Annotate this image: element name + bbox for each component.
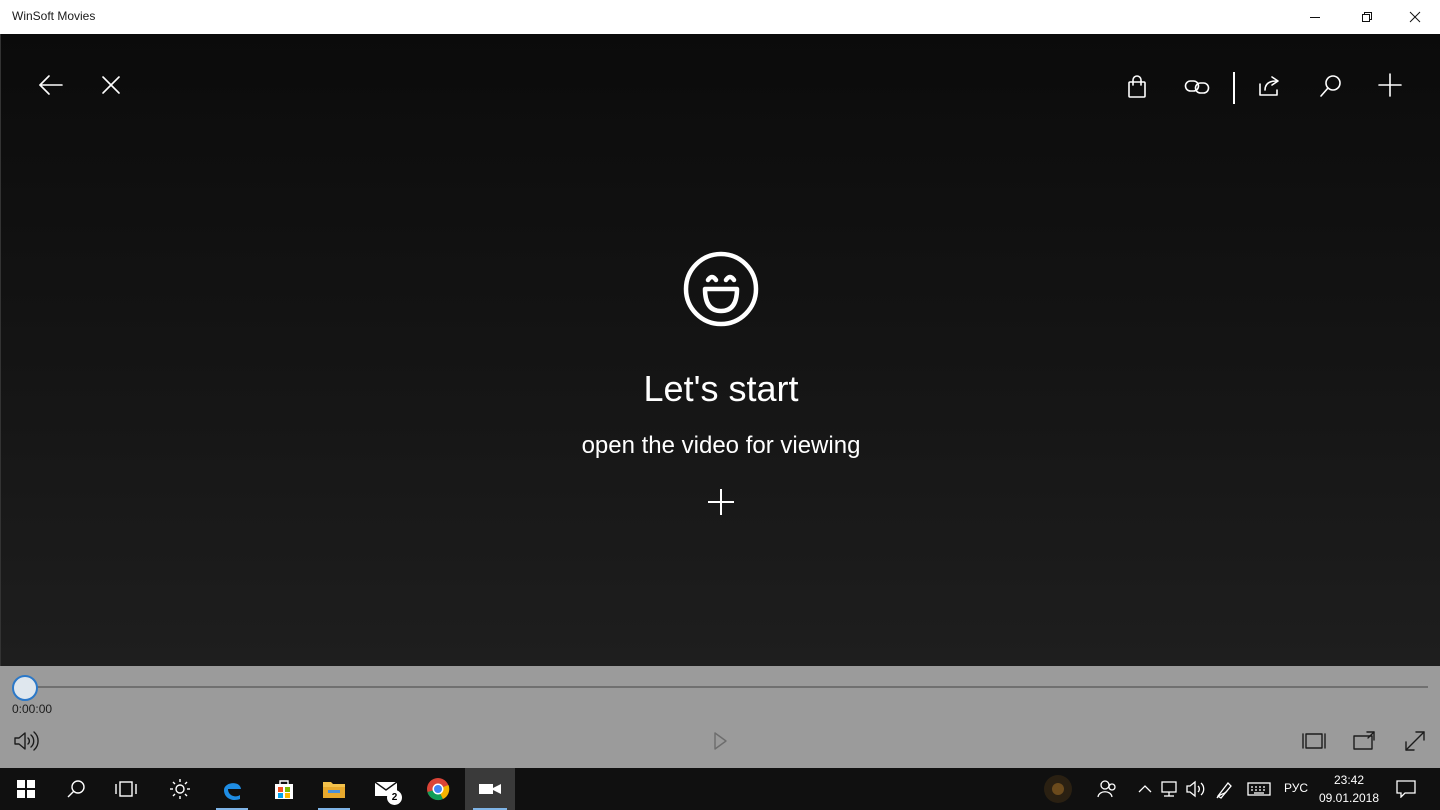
seek-thumb[interactable] bbox=[12, 675, 38, 701]
volume-tray-button[interactable] bbox=[1184, 768, 1208, 810]
movies-camera-icon bbox=[479, 784, 501, 794]
aspect-ratio-icon bbox=[1302, 733, 1326, 749]
system-clock[interactable]: 23:42 09.01.2018 bbox=[1314, 771, 1384, 807]
add-button[interactable] bbox=[1370, 65, 1410, 105]
link-button[interactable] bbox=[1177, 67, 1217, 107]
back-arrow-icon bbox=[39, 75, 63, 95]
search-button[interactable] bbox=[1311, 66, 1351, 106]
play-button[interactable] bbox=[702, 723, 738, 759]
edge-icon bbox=[224, 783, 241, 800]
volume-icon bbox=[1186, 780, 1205, 798]
minimize-button[interactable] bbox=[1292, 0, 1338, 33]
add-icon bbox=[1378, 73, 1402, 97]
restore-icon bbox=[1362, 11, 1372, 22]
shopping-bag-icon bbox=[1128, 75, 1146, 98]
edge-app-button[interactable] bbox=[208, 768, 256, 810]
chevron-up-icon bbox=[1138, 785, 1152, 793]
empty-state-subline: open the video for viewing bbox=[581, 432, 861, 459]
seek-bar[interactable] bbox=[24, 686, 1428, 688]
playback-controls: 0:00:00 bbox=[0, 666, 1440, 768]
window-title: WinSoft Movies bbox=[12, 9, 96, 23]
minimize-icon bbox=[1310, 16, 1320, 18]
pen-icon bbox=[1216, 782, 1232, 799]
touch-keyboard-button[interactable] bbox=[1244, 768, 1274, 810]
close-icon bbox=[102, 76, 120, 94]
open-video-button[interactable] bbox=[701, 482, 741, 522]
user-avatar[interactable] bbox=[1040, 768, 1076, 810]
close-icon bbox=[1409, 11, 1421, 22]
network-button[interactable] bbox=[1158, 768, 1182, 810]
file-explorer-button[interactable] bbox=[310, 768, 358, 810]
close-window-button[interactable] bbox=[1392, 0, 1438, 33]
search-icon bbox=[1320, 75, 1341, 97]
play-icon bbox=[714, 732, 727, 750]
link-icon bbox=[1184, 80, 1210, 94]
file-explorer-icon bbox=[323, 782, 345, 798]
store-button[interactable] bbox=[1117, 67, 1157, 107]
empty-state-headline: Let's start bbox=[643, 368, 799, 409]
windows-start-icon bbox=[17, 780, 35, 798]
mail-unread-badge: 2 bbox=[387, 790, 402, 805]
taskbar: 2 РУС 23:42 09.01.2018 bbox=[0, 768, 1440, 810]
fullscreen-button[interactable] bbox=[1397, 723, 1433, 759]
start-button[interactable] bbox=[2, 768, 50, 810]
share-icon bbox=[1259, 76, 1279, 96]
chrome-icon bbox=[427, 778, 450, 801]
picture-in-picture-icon bbox=[1353, 731, 1375, 750]
laughing-face-icon bbox=[681, 249, 761, 329]
avatar-icon bbox=[1044, 775, 1072, 803]
people-button[interactable] bbox=[1094, 768, 1120, 810]
current-time: 0:00:00 bbox=[12, 702, 53, 716]
volume-button[interactable] bbox=[8, 723, 44, 759]
clock-time: 23:42 bbox=[1333, 773, 1365, 787]
store-icon bbox=[275, 780, 293, 799]
show-hidden-icons-button[interactable] bbox=[1134, 768, 1156, 810]
task-view-icon bbox=[115, 781, 137, 797]
chrome-app-button[interactable] bbox=[414, 768, 462, 810]
keyboard-icon bbox=[1247, 782, 1271, 796]
people-icon bbox=[1097, 780, 1116, 798]
mail-app-button[interactable]: 2 bbox=[362, 768, 410, 810]
volume-icon bbox=[14, 731, 39, 751]
close-media-button[interactable] bbox=[91, 65, 131, 105]
taskbar-search-button[interactable] bbox=[52, 768, 100, 810]
movies-app-button[interactable] bbox=[465, 768, 515, 810]
fullscreen-icon bbox=[1405, 731, 1425, 751]
network-icon bbox=[1161, 781, 1177, 797]
picture-in-picture-button[interactable] bbox=[1346, 723, 1382, 759]
toolbar-divider bbox=[1233, 72, 1235, 104]
search-icon bbox=[67, 780, 85, 798]
clock-date: 09.01.2018 bbox=[1318, 791, 1380, 805]
restore-button[interactable] bbox=[1344, 0, 1390, 33]
title-bar: WinSoft Movies bbox=[0, 0, 1440, 34]
store-app-button[interactable] bbox=[260, 768, 308, 810]
share-button[interactable] bbox=[1249, 66, 1289, 106]
task-view-button[interactable] bbox=[102, 768, 150, 810]
settings-app-button[interactable] bbox=[156, 768, 204, 810]
pen-workspace-button[interactable] bbox=[1212, 768, 1238, 810]
settings-sun-icon bbox=[170, 779, 190, 799]
input-language[interactable]: РУС bbox=[1280, 781, 1312, 795]
player-area: Let's start open the video for viewing bbox=[0, 34, 1440, 666]
aspect-ratio-button[interactable] bbox=[1296, 723, 1332, 759]
notifications-icon bbox=[1396, 780, 1416, 798]
add-icon bbox=[708, 489, 734, 515]
action-center-button[interactable] bbox=[1392, 768, 1420, 810]
back-button[interactable] bbox=[31, 65, 71, 105]
